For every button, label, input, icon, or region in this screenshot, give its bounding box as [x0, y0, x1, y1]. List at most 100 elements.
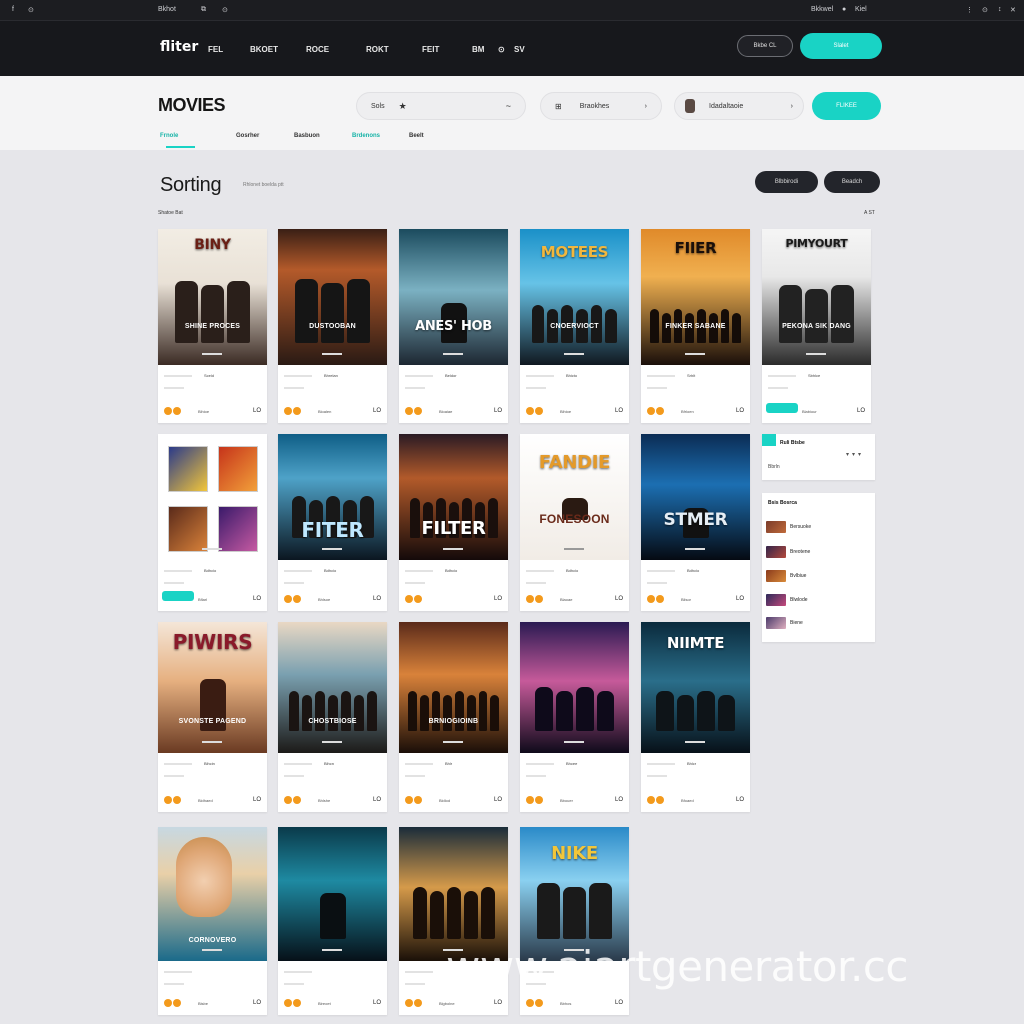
meta-line	[405, 763, 433, 765]
movie-poster[interactable]: NIIMTE	[641, 622, 750, 753]
close-icon[interactable]: ✕	[1010, 6, 1016, 14]
nav-link-6[interactable]: BM	[472, 45, 484, 54]
nav-link-8[interactable]: SV	[514, 45, 525, 54]
sort-chip-1[interactable]: Blbbirodi	[755, 171, 818, 193]
side-panel-filter[interactable]: Ruli Btsbe Bbrln ▾▾▾	[762, 434, 875, 480]
meta-line	[526, 582, 546, 584]
movie-poster[interactable]	[399, 827, 508, 961]
tab-3[interactable]: Basbuon	[294, 133, 320, 139]
movie-card[interactable]: Blreoet LO	[278, 827, 387, 1015]
settings-icon[interactable]: ⊙	[982, 6, 988, 14]
logo[interactable]: fliter	[160, 39, 198, 55]
movie-poster[interactable]: ANES' HOB	[399, 229, 508, 365]
movie-card[interactable]: BINY SHINE PROCES Sceld Blhioe LO	[158, 229, 267, 423]
poster-thumbnail[interactable]	[168, 446, 208, 492]
movie-card[interactable]: MOTEES CNOERVIOCT Bhicto Blhioe LO	[520, 229, 629, 423]
side-list-item[interactable]: Blwlode	[766, 593, 808, 607]
rating-icon	[293, 407, 301, 415]
movie-poster[interactable]: DUSTOOBAN	[278, 229, 387, 365]
rating-icon	[284, 796, 292, 804]
status-dot-icon: ●	[842, 6, 847, 13]
nav-link-1[interactable]: FEL	[208, 45, 223, 54]
system-icon-b[interactable]: ⊙	[28, 6, 34, 14]
side-list-item[interactable]: Bersuoke	[766, 520, 811, 534]
rating-icon	[405, 999, 413, 1007]
movie-card[interactable]: BRNIOGIOINB Bhlr Bldlod LO	[399, 622, 508, 812]
movie-card[interactable]: Bdhcio Bflarl LO	[158, 434, 267, 611]
movie-card[interactable]: ANES' HOB Beldor Bloaiae LO	[399, 229, 508, 423]
movie-poster[interactable]: CORNOVERO	[158, 827, 267, 961]
sign-in-button[interactable]: Bkbe CL	[737, 35, 793, 57]
rating-icons	[526, 999, 543, 1007]
poster-figure	[443, 695, 452, 731]
sort-chip-2[interactable]: Beadch	[824, 171, 880, 193]
movie-poster[interactable]: FANDIE FONESOON	[520, 434, 629, 560]
movie-poster[interactable]: FILTER	[399, 434, 508, 560]
poster-figure	[466, 695, 476, 731]
movie-card[interactable]: CHOSTBIOSE Blhcn Bhlshe LO	[278, 622, 387, 812]
movie-poster[interactable]: FITER	[278, 434, 387, 560]
nav-link-4[interactable]: ROKT	[366, 45, 389, 54]
poster-thumbnail[interactable]	[168, 506, 208, 552]
movie-poster[interactable]: STMER	[641, 434, 750, 560]
nav-link-2[interactable]: BKOET	[250, 45, 278, 54]
nav-link-3[interactable]: ROCE	[306, 45, 329, 54]
system-icon-a[interactable]: f	[12, 6, 14, 13]
circle-icon[interactable]: ⊙	[222, 6, 228, 14]
watch-button[interactable]	[766, 403, 798, 413]
side-list-item[interactable]: Biene	[766, 616, 803, 630]
side-panel-arrows[interactable]: ▾▾▾	[846, 451, 864, 458]
movie-card[interactable]: FITER Bdhcio Bhlsoe LO	[278, 434, 387, 611]
movie-poster[interactable]: FIIER FINKER SABANE	[641, 229, 750, 365]
tab-4[interactable]: Brdenons	[352, 133, 380, 139]
poster-thumbnail[interactable]	[218, 506, 258, 552]
tab-1[interactable]: Frnole	[160, 133, 178, 139]
movie-card[interactable]: DUSTOOBAN Bhrelan Bloalen LO	[278, 229, 387, 423]
sign-up-button[interactable]: Slalet	[800, 33, 882, 59]
user-select[interactable]: Idadaltaoie ›	[674, 92, 804, 120]
movie-card[interactable]: PIMYOURT PEKONA SIK DANG Sbhlce Blabiour LO	[762, 229, 871, 423]
meta-line	[164, 375, 192, 377]
window-icon[interactable]: ⧉	[201, 6, 206, 14]
movie-poster[interactable]: MOTEES CNOERVIOCT	[520, 229, 629, 365]
movie-card[interactable]: STMER Bdhcio Blisor LO	[641, 434, 750, 611]
tab-5[interactable]: Beelt	[409, 133, 424, 139]
movie-poster[interactable]	[158, 434, 267, 560]
movie-poster[interactable]: CHOSTBIOSE	[278, 622, 387, 753]
movie-poster[interactable]: BRNIOGIOINB	[399, 622, 508, 753]
rating-icon	[526, 595, 534, 603]
movie-card[interactable]: FILTER Bdhcio LO	[399, 434, 508, 611]
resize-icon[interactable]: ↕	[998, 6, 1002, 13]
movie-card[interactable]: PIWIRS SVONSTE PAGEND Blhcin Bldhaed LO	[158, 622, 267, 812]
movie-poster[interactable]: PIWIRS SVONSTE PAGEND	[158, 622, 267, 753]
nav-circle-icon[interactable]: ⊙	[498, 45, 505, 54]
side-list-item[interactable]: Bvlbiue	[766, 569, 806, 583]
movie-poster[interactable]: PIMYOURT PEKONA SIK DANG	[762, 229, 871, 365]
meta-line	[284, 983, 304, 985]
poster-thumbnail[interactable]	[218, 446, 258, 492]
search-input[interactable]: Sols ★ ~	[356, 92, 526, 120]
movie-card[interactable]: NIIMTE Bhlcr Bfoaed LO	[641, 622, 750, 812]
side-list-item[interactable]: Breotene	[766, 545, 810, 559]
poster-subtitle: SVONSTE PAGEND	[178, 718, 247, 725]
movie-poster[interactable]	[278, 827, 387, 961]
movie-poster[interactable]	[520, 622, 629, 753]
menu-icon[interactable]: ⋮	[966, 6, 973, 14]
nav-link-5[interactable]: FEIT	[422, 45, 439, 54]
filter-button[interactable]: FLIKEE	[812, 92, 881, 120]
poster-title: FITER	[301, 518, 364, 542]
poster-figure	[288, 691, 299, 731]
card-meta: Bdhcio Blisor LO	[641, 560, 750, 611]
movie-card[interactable]: Bhcee Bbouer LO	[520, 622, 629, 812]
movie-card[interactable]: FANDIE FONESOON Bdhcio Blaoae LO	[520, 434, 629, 611]
genre-select[interactable]: ⊞ Braokhes ›	[540, 92, 662, 120]
system-text-right: Bkkwel	[811, 6, 834, 13]
movie-card[interactable]: FIIER FINKER SABANE Srhlt Bfrloen LO	[641, 229, 750, 423]
movie-card[interactable]: CORNOVERO Blsbe LO	[158, 827, 267, 1015]
movie-poster[interactable]: NIKE	[520, 827, 629, 961]
meta-line	[526, 775, 546, 777]
rating-icons	[405, 796, 422, 804]
movie-poster[interactable]: BINY SHINE PROCES	[158, 229, 267, 365]
tab-2[interactable]: Gosrher	[236, 133, 259, 139]
watch-button[interactable]	[162, 591, 194, 601]
